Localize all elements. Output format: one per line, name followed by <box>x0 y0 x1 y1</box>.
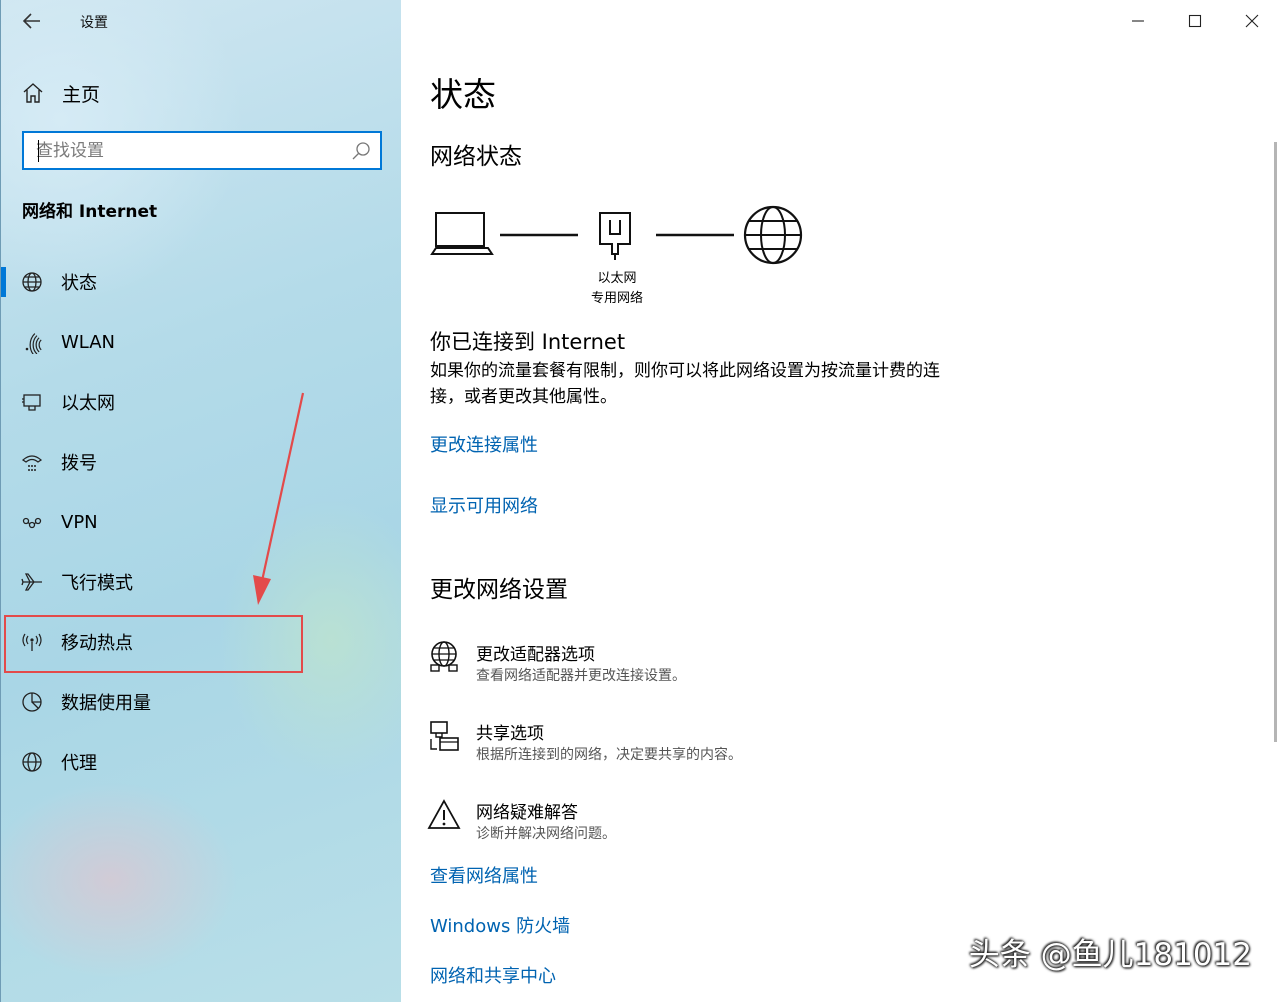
option-desc: 根据所连接到的网络，决定要共享的内容。 <box>476 747 742 763</box>
minimize-button[interactable] <box>1109 0 1166 42</box>
adapter-options-item[interactable]: 更改适配器选项 查看网络适配器并更改连接设置。 <box>427 640 927 690</box>
view-network-properties-link[interactable]: 查看网络属性 <box>430 862 538 888</box>
maximize-icon <box>1188 14 1201 28</box>
annotation-highlight-box <box>4 615 303 673</box>
option-desc: 诊断并解决网络问题。 <box>476 826 616 842</box>
home-icon <box>23 83 43 103</box>
option-desc: 查看网络适配器并更改连接设置。 <box>476 668 686 684</box>
sidebar-item-home[interactable]: 主页 <box>21 78 100 108</box>
sidebar-item-airplane-mode[interactable]: 飞行模式 <box>1 552 402 612</box>
network-status-heading: 网络状态 <box>430 144 522 170</box>
sidebar-item-dialup[interactable]: 拨号 <box>1 432 402 492</box>
minimize-icon <box>1131 20 1144 22</box>
connection-status-desc: 如果你的流量套餐有限制，则你可以将此网络设置为按流量计费的连接，或者更改其他属性… <box>430 361 940 407</box>
scrollbar[interactable] <box>1274 142 1277 742</box>
wifi-icon <box>25 333 42 354</box>
sidebar-item-data-usage[interactable]: 数据使用量 <box>1 672 402 732</box>
home-label: 主页 <box>62 83 101 106</box>
option-title: 共享选项 <box>476 724 544 744</box>
sidebar-item-ethernet[interactable]: 以太网 <box>1 372 402 432</box>
main-panel: 状态 网络状态 以太网 专用网络 你已连接到 Internet 如果你的流量套餐… <box>401 0 1282 1002</box>
sidebar: 设置 主页 网络和 Internet 状态 <box>0 0 401 1002</box>
proxy-globe-icon <box>22 752 42 772</box>
search-icon[interactable] <box>350 140 372 162</box>
network-sharing-center-link[interactable]: 网络和共享中心 <box>430 962 556 988</box>
ethernet-icon <box>22 394 41 411</box>
computer-icon <box>430 212 494 255</box>
sharing-icon <box>430 721 459 751</box>
vpn-icon <box>22 517 42 529</box>
option-title: 更改适配器选项 <box>476 645 595 665</box>
connection-status-title: 你已连接到 Internet <box>430 330 626 354</box>
text-caret <box>38 140 39 162</box>
maximize-button[interactable] <box>1166 0 1223 42</box>
page-title: 状态 <box>430 75 496 114</box>
sidebar-item-label: 数据使用量 <box>61 693 151 714</box>
network-troubleshoot-item[interactable]: 网络疑难解答 诊断并解决网络问题。 <box>427 798 927 848</box>
sidebar-item-status[interactable]: 状态 <box>1 252 402 312</box>
dialup-icon <box>22 455 42 471</box>
sidebar-item-label: 代理 <box>61 753 97 774</box>
windows-firewall-link[interactable]: Windows 防火墙 <box>430 912 570 938</box>
sidebar-item-label: 飞行模式 <box>61 573 133 594</box>
back-button[interactable] <box>17 8 47 34</box>
sidebar-item-vpn[interactable]: VPN <box>1 492 402 552</box>
ethernet-adapter-icon <box>599 212 631 260</box>
sidebar-item-proxy[interactable]: 代理 <box>1 732 402 792</box>
airplane-icon <box>21 573 43 591</box>
sidebar-item-label: 以太网 <box>61 393 115 414</box>
sidebar-item-label: WLAN <box>61 331 116 353</box>
globe-status-icon <box>22 272 42 292</box>
sidebar-item-label: 拨号 <box>61 453 97 474</box>
adapter-globe-icon <box>430 641 458 672</box>
warning-icon <box>427 799 461 829</box>
close-icon <box>1245 14 1258 28</box>
internet-globe-icon <box>743 205 803 265</box>
search-input[interactable] <box>24 133 350 168</box>
title-bar: 设置 <box>1 0 402 42</box>
back-arrow-icon <box>22 13 40 29</box>
section-title: 网络和 Internet <box>22 202 158 222</box>
option-title: 网络疑难解答 <box>476 803 578 823</box>
change-connection-properties-link[interactable]: 更改连接属性 <box>430 431 538 457</box>
network-profile: 专用网络 <box>590 291 643 306</box>
close-button[interactable] <box>1223 0 1280 42</box>
search-box[interactable] <box>22 131 382 170</box>
sidebar-item-label: 状态 <box>61 273 97 294</box>
annotation-arrow <box>253 392 305 605</box>
sidebar-item-wlan[interactable]: WLAN <box>1 312 402 372</box>
data-usage-icon <box>22 692 42 712</box>
sidebar-item-label: VPN <box>61 511 98 533</box>
app-title: 设置 <box>80 15 108 31</box>
watermark: 头条 @鱼儿181012 <box>968 937 1252 973</box>
change-settings-heading: 更改网络设置 <box>430 577 568 603</box>
sharing-options-item[interactable]: 共享选项 根据所连接到的网络，决定要共享的内容。 <box>427 719 927 769</box>
adapter-name: 以太网 <box>597 271 637 286</box>
show-available-networks-link[interactable]: 显示可用网络 <box>430 492 538 518</box>
